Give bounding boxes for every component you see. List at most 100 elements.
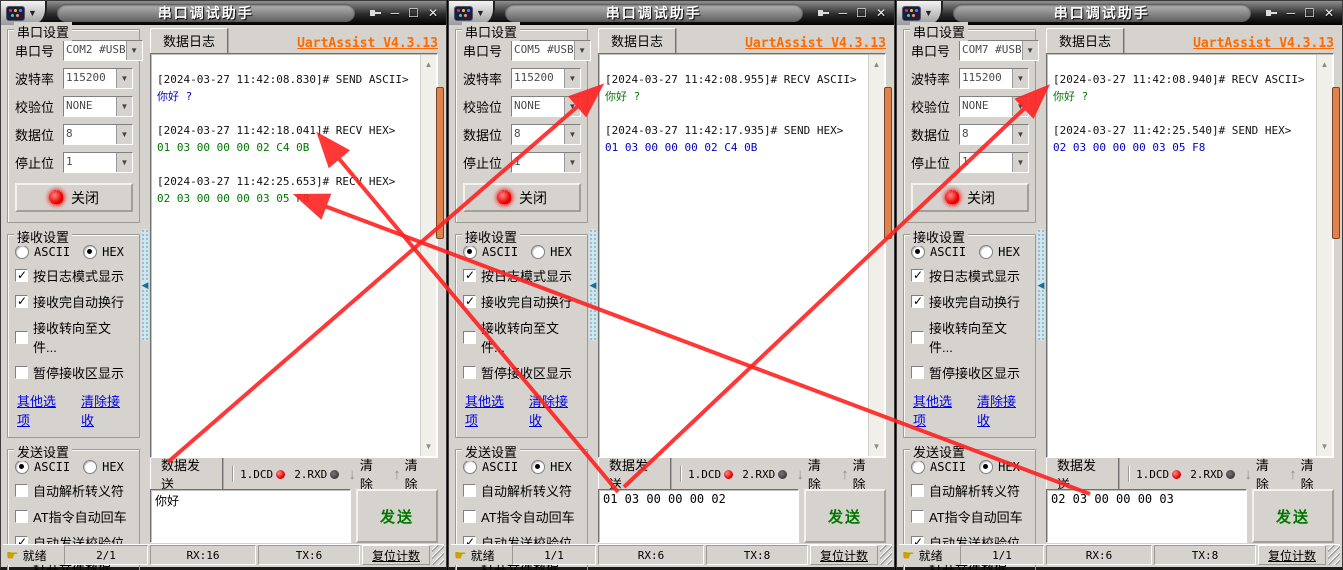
log-mode-checkbox[interactable] (911, 269, 924, 282)
at-cr-checkbox[interactable] (15, 510, 28, 523)
side-handle[interactable] (1332, 87, 1340, 239)
auto-newline-checkbox[interactable] (15, 295, 28, 308)
dropdown-arrow-icon[interactable]: ▼ (116, 153, 132, 172)
menu-caret-icon[interactable]: ▼ (924, 8, 933, 18)
close-window-button[interactable]: ✕ (428, 7, 438, 19)
port-select[interactable]: COM2 #USB ▼ (63, 40, 143, 61)
recv-to-file-checkbox[interactable] (463, 331, 476, 344)
clear-receive-link[interactable]: 清除接收 (977, 391, 1027, 429)
tab-data-log[interactable]: 数据日志 (150, 28, 228, 54)
log-mode-checkbox[interactable] (15, 269, 28, 282)
pause-display-checkbox[interactable] (911, 366, 924, 379)
stopbits-select[interactable]: 1 ▼ (511, 152, 581, 173)
side-handle[interactable] (436, 87, 444, 239)
clear-recv-button[interactable]: ↑ 清除 (1289, 455, 1326, 493)
recv-ascii-radio[interactable] (15, 245, 29, 259)
other-options-link[interactable]: 其他选项 (913, 391, 963, 429)
parity-select[interactable]: NONE ▼ (959, 96, 1029, 117)
tab-data-log[interactable]: 数据日志 (1046, 28, 1124, 54)
dropdown-arrow-icon[interactable]: ▼ (116, 125, 132, 144)
port-select[interactable]: COM5 #USB ▼ (511, 40, 591, 61)
app-icon[interactable] (454, 6, 473, 21)
escape-parse-checkbox[interactable] (463, 484, 476, 497)
databits-select[interactable]: 8 ▼ (63, 124, 133, 145)
log-scrollbar[interactable]: ▲ ▼ (868, 55, 884, 456)
scroll-up-icon[interactable]: ▲ (1317, 57, 1332, 72)
dropdown-arrow-icon[interactable]: ▼ (564, 125, 580, 144)
scroll-down-icon[interactable]: ▼ (421, 439, 436, 454)
recv-to-file-checkbox[interactable] (15, 331, 28, 344)
minimize-button[interactable]: ─ (1287, 7, 1296, 19)
close-port-button[interactable]: 关闭 (463, 183, 581, 212)
auto-newline-checkbox[interactable] (463, 295, 476, 308)
baud-select[interactable]: 115200 ▼ (63, 68, 133, 89)
maximize-button[interactable]: ☐ (408, 7, 419, 19)
parity-select[interactable]: NONE ▼ (511, 96, 581, 117)
recv-hex-radio[interactable] (83, 245, 97, 259)
log-area[interactable]: [2024-03-27 11:42:08.955]# RECV ASCII>你好… (600, 55, 869, 456)
send-input[interactable]: 你好 (150, 489, 351, 543)
dropdown-arrow-icon[interactable]: ▼ (116, 97, 132, 116)
clear-recv-button[interactable]: ↑ 清除 (841, 455, 878, 493)
recv-hex-radio[interactable] (531, 245, 545, 259)
tab-data-log[interactable]: 数据日志 (598, 28, 676, 54)
other-options-link[interactable]: 其他选项 (17, 391, 67, 429)
databits-select[interactable]: 8 ▼ (959, 124, 1029, 145)
app-icon[interactable] (902, 6, 921, 21)
clear-receive-link[interactable]: 清除接收 (81, 391, 131, 429)
panel-splitter[interactable]: ◀ (589, 229, 597, 341)
panel-splitter[interactable]: ◀ (141, 229, 149, 341)
at-cr-checkbox[interactable] (463, 510, 476, 523)
pin-icon[interactable] (1265, 8, 1278, 18)
pause-display-checkbox[interactable] (15, 366, 28, 379)
auto-newline-checkbox[interactable] (911, 295, 924, 308)
scroll-down-icon[interactable]: ▼ (869, 439, 884, 454)
clear-send-button[interactable]: ↓ 清除 (1244, 455, 1281, 493)
escape-parse-checkbox[interactable] (15, 484, 28, 497)
send-ascii-radio[interactable] (15, 460, 29, 474)
recv-hex-radio[interactable] (979, 245, 993, 259)
clear-receive-link[interactable]: 清除接收 (529, 391, 579, 429)
baud-select[interactable]: 115200 ▼ (511, 68, 581, 89)
dropdown-arrow-icon[interactable]: ▼ (564, 69, 580, 88)
send-input[interactable]: 01 03 00 00 00 02 (598, 489, 799, 543)
close-window-button[interactable]: ✕ (1324, 7, 1334, 19)
clear-recv-button[interactable]: ↑ 清除 (393, 455, 430, 493)
brand-link[interactable]: UartAssist V4.3.13 (745, 36, 886, 53)
databits-select[interactable]: 8 ▼ (511, 124, 581, 145)
recv-ascii-radio[interactable] (911, 245, 925, 259)
pause-display-checkbox[interactable] (463, 366, 476, 379)
brand-link[interactable]: UartAssist V4.3.13 (297, 36, 438, 53)
recv-ascii-radio[interactable] (463, 245, 477, 259)
resize-grip[interactable] (432, 545, 444, 565)
other-options-link[interactable]: 其他选项 (465, 391, 515, 429)
log-mode-checkbox[interactable] (463, 269, 476, 282)
scroll-up-icon[interactable]: ▲ (421, 57, 436, 72)
dropdown-arrow-icon[interactable]: ▼ (564, 97, 580, 116)
clear-send-button[interactable]: ↓ 清除 (348, 455, 385, 493)
resize-grip[interactable] (1328, 545, 1340, 565)
baud-select[interactable]: 115200 ▼ (959, 68, 1029, 89)
log-area[interactable]: [2024-03-27 11:42:08.830]# SEND ASCII>你好… (152, 55, 421, 456)
minimize-button[interactable]: ─ (391, 7, 400, 19)
dropdown-arrow-icon[interactable]: ▼ (1012, 69, 1028, 88)
reset-count-button[interactable]: 复位计数 (362, 545, 430, 565)
send-hex-radio[interactable] (979, 460, 993, 474)
send-button[interactable]: 发送 (356, 489, 438, 543)
pin-icon[interactable] (817, 8, 830, 18)
parity-select[interactable]: NONE ▼ (63, 96, 133, 117)
send-input[interactable]: 02 03 00 00 00 03 (1046, 489, 1247, 543)
send-ascii-radio[interactable] (463, 460, 477, 474)
dropdown-arrow-icon[interactable]: ▼ (564, 153, 580, 172)
at-cr-checkbox[interactable] (911, 510, 924, 523)
reset-count-button[interactable]: 复位计数 (810, 545, 878, 565)
maximize-button[interactable]: ☐ (856, 7, 867, 19)
close-window-button[interactable]: ✕ (876, 7, 886, 19)
minimize-button[interactable]: ─ (839, 7, 848, 19)
scroll-up-icon[interactable]: ▲ (869, 57, 884, 72)
log-scrollbar[interactable]: ▲ ▼ (1316, 55, 1332, 456)
resize-grip[interactable] (880, 545, 892, 565)
maximize-button[interactable]: ☐ (1304, 7, 1315, 19)
pin-icon[interactable] (369, 8, 382, 18)
menu-caret-icon[interactable]: ▼ (476, 8, 485, 18)
